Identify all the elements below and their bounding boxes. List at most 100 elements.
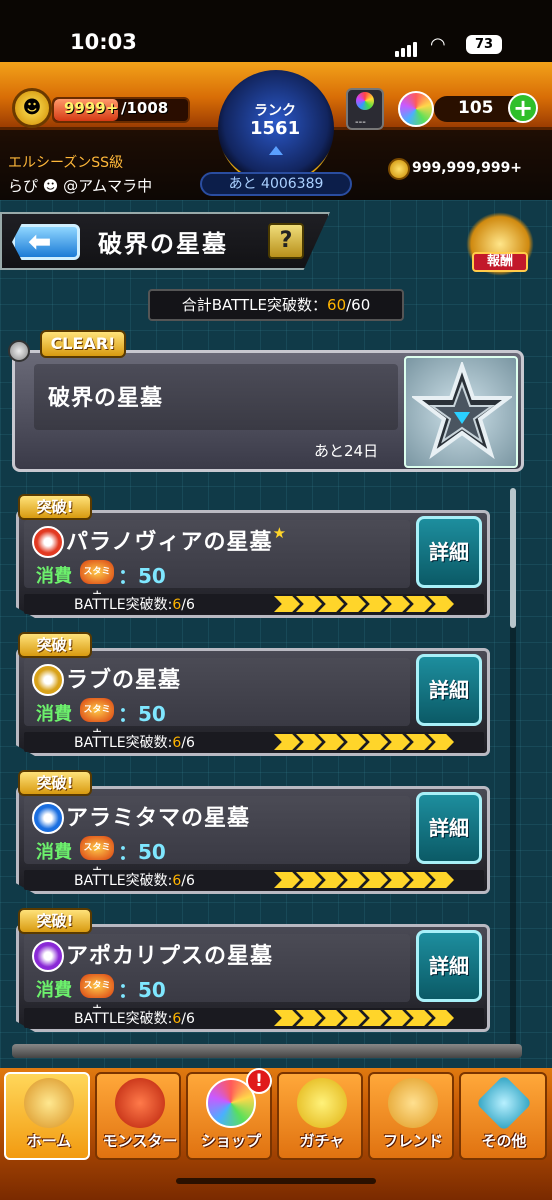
progress-text: BATTLE突破数:6/6 [74, 732, 195, 752]
stamina-icon[interactable]: ☻ [12, 88, 52, 128]
detail-button[interactable]: 詳細 [416, 792, 482, 864]
progress-label: BATTLE突破数: [74, 735, 173, 751]
quest-name-text: パラノヴィアの星墓 [66, 530, 273, 555]
cost-label: 消費 [36, 980, 72, 1001]
fire-element-icon [32, 526, 64, 558]
quest-name: ラブの星墓 [66, 662, 181, 694]
quest-name-text: ラブの星墓 [66, 668, 182, 693]
nav-label: ガチャ [299, 1132, 345, 1150]
quest-item[interactable]: 突破! ラブの星墓 消費 スタミナ ：50 詳細 BATTLE突破数:6/6 [16, 632, 490, 756]
rank-progress-icon [269, 146, 283, 155]
orb-count: 105 [458, 98, 494, 118]
cost-value: ：50 [118, 840, 166, 864]
light-element-icon [32, 664, 64, 696]
progress-value: 6 [172, 735, 182, 751]
nav-friend[interactable]: フレンド [368, 1072, 454, 1160]
cost-label: 消費 [36, 704, 72, 725]
player-name: らぴ ☻ @アムマラ中 [8, 177, 153, 195]
progress-text: BATTLE突破数:6/6 [74, 1008, 195, 1028]
progress-arrow-icon [274, 872, 300, 888]
quest-item[interactable]: 突破! アラミタマの星墓 消費 スタミナ ：50 詳細 BATTLE突破数:6/… [16, 770, 490, 894]
total-battle-value: 60 [327, 296, 347, 314]
star-emblem-icon [412, 362, 512, 460]
nav-gacha[interactable]: ガチャ [277, 1072, 363, 1160]
progress-max: /6 [181, 735, 195, 751]
detail-button[interactable]: 詳細 [416, 516, 482, 588]
friends-icon [388, 1078, 438, 1128]
player-title: エルシーズンSS級 [8, 155, 124, 171]
nav-label: モンスター [102, 1132, 178, 1150]
quest-item[interactable]: 突破! パラノヴィアの星墓★ 消費 スタミナ ：50 詳細 BATTLE突破数:… [16, 494, 490, 618]
buy-orb-button[interactable]: + [508, 93, 538, 123]
cost-label: 消費 [36, 842, 72, 863]
back-arrow-icon: ⬅ [28, 225, 52, 258]
coin-count: 999,999,999+ [412, 160, 523, 176]
quest-name: アラミタマの星墓 [66, 800, 250, 832]
quest-name: アポカリプスの星墓 [66, 938, 273, 970]
progress-arrows [274, 1010, 454, 1026]
stamina-max: /1008 [121, 99, 169, 117]
stamina-small-icon: スタミナ [80, 974, 114, 1015]
dragon-icon [115, 1078, 165, 1128]
progress-text: BATTLE突破数:6/6 [74, 870, 195, 890]
battery-icon: 73 [466, 35, 502, 54]
event-remaining: あと24日 [314, 442, 379, 460]
breakthrough-badge: 突破! [18, 494, 92, 520]
nav-label: ホーム [26, 1132, 72, 1150]
orb-box-count: --- [355, 117, 366, 128]
home-icon [24, 1078, 74, 1128]
cost-value: ：50 [118, 702, 166, 726]
rank-value: 1561 [250, 118, 301, 139]
stamina-small-icon: スタミナ [80, 698, 114, 739]
wifi-icon: ◠ [430, 34, 446, 55]
progress-arrow-icon [274, 1010, 300, 1026]
event-name: 破界の星墓 [48, 386, 164, 411]
quest-item[interactable]: 突破! アポカリプスの星墓 消費 スタミナ ：50 詳細 BATTLE突破数:6… [16, 908, 490, 1032]
stamina-small-icon: スタミナ [80, 836, 114, 877]
progress-max: /6 [181, 597, 195, 613]
page-title: 破界の星墓 [98, 230, 228, 258]
nav-home[interactable]: ホーム [4, 1072, 90, 1160]
progress-label: BATTLE突破数: [74, 1011, 173, 1027]
nav-monster[interactable]: モンスター [95, 1072, 181, 1160]
help-button[interactable]: ? [268, 223, 304, 259]
scrollbar-thumb[interactable] [510, 488, 516, 628]
detail-button[interactable]: 詳細 [416, 930, 482, 1002]
exp-remaining: あと 4006389 [200, 172, 352, 196]
nav-other[interactable]: その他 [459, 1072, 547, 1160]
shop-notification-badge: ! [246, 1068, 272, 1094]
total-battle-max: /60 [346, 296, 371, 314]
total-battle-count: 合計BATTLE突破数：60/60 [148, 289, 404, 321]
progress-text: BATTLE突破数:6/6 [74, 594, 195, 614]
cost-value: ：50 [118, 978, 166, 1002]
clear-badge: CLEAR! [40, 330, 126, 358]
quest-name: パラノヴィアの星墓★ [66, 524, 287, 556]
nav-label: その他 [481, 1132, 527, 1150]
rank-label: ランク [254, 103, 296, 119]
egg-icon [297, 1078, 347, 1128]
progress-arrows [274, 596, 454, 612]
progress-label: BATTLE突破数: [74, 597, 173, 613]
orb-box-icon [356, 92, 374, 110]
breakthrough-badge: 突破! [18, 770, 92, 796]
more-icon [475, 1074, 533, 1132]
reward-button[interactable]: 報酬 [472, 252, 528, 272]
progress-label: BATTLE突破数: [74, 873, 173, 889]
progress-value: 6 [172, 597, 182, 613]
home-indicator [176, 1178, 376, 1184]
nav-label: ショップ [200, 1132, 261, 1150]
orb-icon [398, 91, 434, 127]
progress-arrow-icon [274, 734, 300, 750]
signal-icon [395, 38, 419, 57]
breakthrough-badge: 突破! [18, 908, 92, 934]
progress-value: 6 [172, 873, 182, 889]
total-battle-label: 合計BATTLE突破数： [181, 296, 328, 314]
status-time: 10:03 [70, 30, 137, 54]
star-icon: ★ [272, 524, 288, 542]
list-edge [12, 1044, 522, 1058]
detail-button[interactable]: 詳細 [416, 654, 482, 726]
coin-icon [388, 158, 410, 180]
nav-label: フレンド [382, 1132, 443, 1150]
pin-icon [8, 340, 30, 362]
progress-arrows [274, 734, 454, 750]
